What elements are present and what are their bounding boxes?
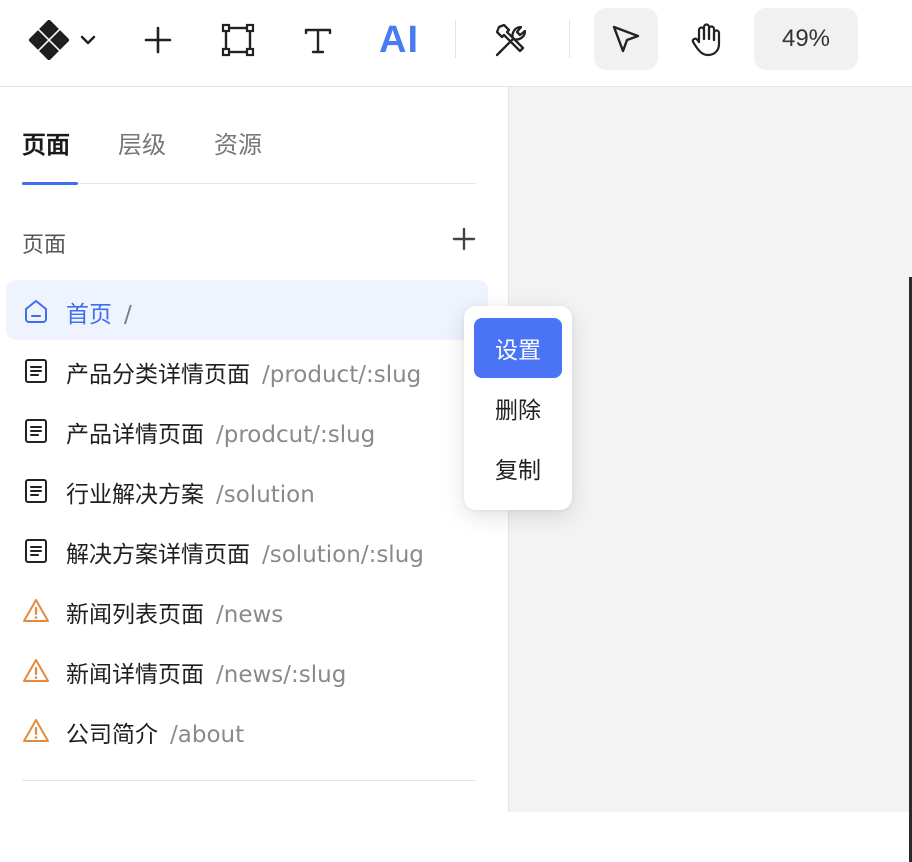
tab-layers[interactable]: 层级 [118, 125, 166, 160]
ai-button[interactable]: AI [372, 16, 426, 64]
ai-label: AI [379, 18, 419, 61]
page-item-label: 公司简介/about [66, 715, 244, 749]
select-tool-button[interactable] [594, 8, 658, 70]
page-name: 新闻详情页面 [66, 662, 204, 688]
menu-item-duplicate[interactable]: 复制 [474, 438, 562, 498]
page-item[interactable]: 产品分类详情页面/product/:slug [6, 340, 488, 400]
zoom-level-button[interactable]: 49% [754, 8, 858, 70]
page-item[interactable]: 首页 / [6, 280, 488, 340]
page-item[interactable]: 公司简介/about [6, 700, 488, 760]
page-item[interactable]: 产品详情页面/prodcut/:slug [6, 400, 488, 460]
page-name: 新闻列表页面 [66, 602, 204, 628]
zoom-level: 49% [781, 25, 831, 52]
page-item-label: 新闻详情页面/news/:slug [66, 655, 346, 689]
page-item[interactable]: 解决方案详情页面/solution/:slug [6, 520, 488, 580]
pointer-icon [609, 22, 643, 56]
page-item-label: 行业解决方案/solution [66, 475, 315, 509]
warning-icon [22, 657, 50, 685]
page-path: /about [170, 722, 245, 748]
page-item[interactable]: 新闻列表页面/news [6, 580, 488, 640]
page-name: 首页 [66, 302, 112, 328]
left-sidebar: 页面 层级 资源 页面 首页 / 产品分类详情页面/product/:slug 产品详… [0, 87, 509, 812]
document-icon [22, 537, 50, 565]
context-menu: 设置 删除 复制 [464, 306, 572, 510]
add-button[interactable] [136, 18, 180, 62]
page-name: 产品详情页面 [66, 422, 204, 448]
tab-pages[interactable]: 页面 [22, 125, 70, 160]
logo-icon [29, 20, 69, 60]
divider [22, 780, 476, 781]
menu-item-delete[interactable]: 删除 [474, 378, 562, 438]
document-icon [22, 417, 50, 445]
home-icon [22, 297, 50, 325]
warning-icon [22, 597, 50, 625]
chevron-down-icon [79, 31, 97, 49]
frame-icon [221, 23, 255, 57]
plus-icon [452, 227, 476, 251]
page-path: /news [216, 602, 284, 628]
page-path: /solution [216, 482, 315, 508]
logo-menu-button[interactable] [18, 18, 108, 62]
page-item-label: 新闻列表页面/news [66, 595, 283, 629]
tools-button[interactable] [490, 18, 534, 62]
page-item-label: 产品详情页面/prodcut/:slug [66, 415, 375, 449]
page-item-label: 解决方案详情页面/solution/:slug [66, 535, 424, 569]
page-item[interactable]: 行业解决方案/solution [6, 460, 488, 520]
page-path: /news/:slug [216, 662, 347, 688]
active-tab-indicator [22, 182, 78, 185]
hand-icon [689, 22, 723, 58]
hand-tool-button[interactable] [684, 18, 728, 62]
page-path: /solution/:slug [262, 542, 424, 568]
sidebar-tabs: 页面 层级 资源 [22, 117, 476, 185]
section-title: 页面 [22, 233, 67, 258]
page-name: 行业解决方案 [66, 482, 204, 508]
page-name: 解决方案详情页面 [66, 542, 250, 568]
toolbar-divider [455, 20, 456, 58]
add-page-button[interactable] [452, 227, 476, 251]
tab-assets[interactable]: 资源 [214, 125, 262, 160]
tools-icon [493, 21, 531, 59]
menu-item-settings[interactable]: 设置 [474, 318, 562, 378]
toolbar-divider-2 [569, 20, 570, 58]
warning-icon [22, 717, 50, 745]
page-item-label: 产品分类详情页面/product/:slug [66, 355, 421, 389]
page-name: 公司简介 [66, 722, 158, 748]
page-path: / [124, 302, 132, 328]
page-path: /product/:slug [262, 362, 422, 388]
document-icon [22, 477, 50, 505]
page-item[interactable]: 新闻详情页面/news/:slug [6, 640, 488, 700]
frame-tool-button[interactable] [216, 18, 260, 62]
text-icon [302, 24, 334, 56]
document-icon [22, 357, 50, 385]
plus-icon [143, 25, 173, 55]
page-name: 产品分类详情页面 [66, 362, 250, 388]
top-toolbar: AI 49% [0, 0, 912, 87]
text-tool-button[interactable] [296, 18, 340, 62]
page-item-label: 首页 / [66, 295, 132, 329]
page-path: /prodcut/:slug [216, 422, 376, 448]
